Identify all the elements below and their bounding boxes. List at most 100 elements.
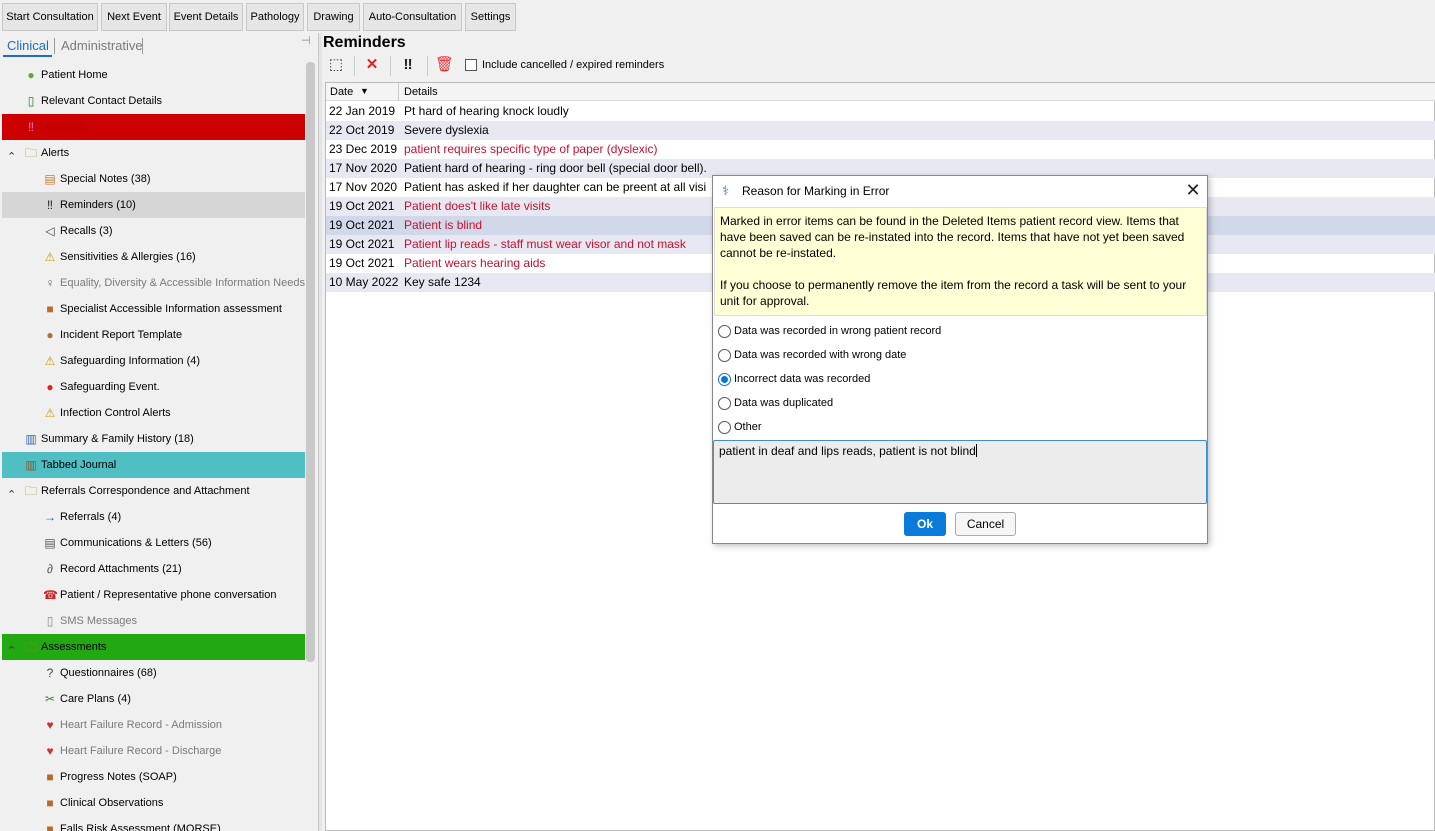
sidebar-item[interactable]: ▥ Summary & Family History (18) (2, 426, 305, 452)
row-date: 19 Oct 2021 (329, 237, 395, 251)
column-details[interactable]: Details (404, 86, 438, 98)
include-cancelled-checkbox[interactable] (465, 59, 477, 71)
sidebar-item[interactable]: ⚠ Infection Control Alerts (2, 400, 305, 426)
row-date: 19 Oct 2021 (329, 256, 395, 270)
row-details: Patient has asked if her daughter can be… (404, 180, 707, 194)
table-row[interactable]: 22 Oct 2019 Severe dyslexia (326, 121, 1435, 140)
close-icon[interactable]: ✕ (1183, 180, 1203, 200)
left-navigation-panel: Clinical Administrative ⊣ ● Patient Home ▯… (0, 33, 320, 831)
heart-icon: ♥ (46, 718, 54, 732)
sidebar-item[interactable]: ? Questionnaires (68) (2, 660, 305, 686)
sidebar-item[interactable]: ▥ Tabbed Journal (2, 452, 305, 478)
error-icon: ● (46, 380, 54, 394)
event-details-button[interactable]: Event Details (169, 3, 243, 31)
row-details: Pt hard of hearing knock loudly (404, 104, 569, 118)
sidebar-item[interactable]: ▯ SMS Messages (2, 608, 305, 634)
radio-button[interactable] (718, 373, 731, 386)
radio-button[interactable] (718, 421, 731, 434)
sidebar-item[interactable]: ♀ Equality, Diversity & Accessible Inform… (2, 270, 305, 296)
sidebar-item[interactable]: ▤ Special Notes (38) (2, 166, 305, 192)
sidebar-item-label: Assessments (41, 641, 107, 653)
radio-button[interactable] (718, 349, 731, 362)
sidebar-item-label: Safeguarding Information (4) (60, 355, 201, 367)
table-row[interactable]: 23 Dec 2019 patient requires specific typ… (326, 140, 1435, 159)
sidebar-item[interactable]: ♥ Heart Failure Record - Admission (2, 712, 305, 738)
sidebar-item-label: Heart Failure Record - Discharge (60, 745, 222, 757)
pin-icon[interactable]: ⊣ (301, 34, 311, 47)
sidebar-item[interactable]: ◁ Recalls (3) (2, 218, 305, 244)
toolbar-divider (354, 56, 355, 76)
row-date: 19 Oct 2021 (329, 218, 395, 232)
row-date: 17 Nov 2020 (329, 180, 398, 194)
cancel-button[interactable]: Cancel (955, 512, 1016, 536)
tree-scrollbar[interactable] (306, 62, 315, 662)
sidebar-item[interactable]: ⌃ 🗀 Alerts (2, 140, 305, 166)
panel-splitter[interactable] (318, 33, 322, 831)
journal-icon: ▥ (25, 458, 37, 472)
exclamation-icon[interactable]: ‼ (401, 56, 415, 74)
tab-clinical[interactable]: Clinical (7, 38, 49, 53)
app-icon: ⚕ (722, 183, 730, 198)
sidebar-item[interactable]: ■ Clinical Observations (2, 790, 305, 816)
sidebar-item-label: Summary & Family History (18) (41, 433, 194, 445)
sidebar-item[interactable]: ⚠ Sensitivities & Allergies (16) (2, 244, 305, 270)
sidebar-item[interactable]: ● Patient Home (2, 62, 305, 88)
reason-option-label: Data was recorded in wrong patient recor… (734, 325, 942, 337)
sidebar-item[interactable]: ⌃ 🗀 Assessments (2, 634, 305, 660)
question-icon: ? (46, 666, 54, 680)
sidebar-item-label: Communications & Letters (56) (60, 537, 212, 549)
table-row[interactable]: 22 Jan 2019 Pt hard of hearing knock loud… (326, 102, 1435, 121)
radio-button[interactable] (718, 325, 731, 338)
settings-button[interactable]: Settings (465, 3, 516, 31)
radio-button[interactable] (718, 397, 731, 410)
row-date: 17 Nov 2020 (329, 161, 398, 175)
sidebar-item[interactable]: ● Incident Report Template (2, 322, 305, 348)
sidebar-item[interactable]: ▤ Communications & Letters (56) (2, 530, 305, 556)
sidebar-item[interactable]: ‼ Warnings (2, 114, 305, 140)
row-date: 10 May 2022 (329, 275, 399, 289)
telephone-icon: ☎ (43, 588, 58, 602)
delete-x-icon[interactable]: ✕ (363, 56, 381, 74)
ok-button[interactable]: Ok (904, 512, 946, 536)
sidebar-item[interactable]: ☎ Patient / Representative phone conversa… (2, 582, 305, 608)
reason-text-input[interactable]: patient in deaf and lips reads, patient … (713, 440, 1207, 504)
sidebar-item[interactable]: ● Safeguarding Event. (2, 374, 305, 400)
sidebar-item[interactable]: ▯ Relevant Contact Details (2, 88, 305, 114)
mark-in-error-dialog: ⚕ Reason for Marking in Error ✕ Marked i… (712, 175, 1208, 544)
row-details: Patient does't like late visits (404, 199, 551, 213)
sidebar-item[interactable]: ♥ Heart Failure Record - Discharge (2, 738, 305, 764)
sidebar-item[interactable]: ‼ Reminders (10) (2, 192, 305, 218)
tab-divider (54, 38, 55, 54)
sidebar-item[interactable]: ⚠ Safeguarding Information (4) (2, 348, 305, 374)
sidebar-item-label: Falls Risk Assessment (MORSE) (60, 823, 221, 831)
heart-icon: ♥ (46, 744, 54, 758)
phone-icon: ▯ (27, 94, 35, 108)
sidebar-item[interactable]: ■ Progress Notes (SOAP) (2, 764, 305, 790)
next-event-button[interactable]: Next Event (101, 3, 167, 31)
sidebar-item[interactable]: → Referrals (4) (2, 504, 305, 530)
pathology-button[interactable]: Pathology (246, 3, 304, 31)
start-consultation-button[interactable]: Start Consultation (2, 3, 98, 31)
sidebar-item[interactable]: ✂ Care Plans (4) (2, 686, 305, 712)
auto-consultation-button[interactable]: Auto-Consultation (363, 3, 462, 31)
warning-icon: ⚠ (44, 406, 56, 420)
trash-icon[interactable]: 🗑 (435, 56, 454, 74)
drawing-button[interactable]: Drawing (307, 3, 360, 31)
column-date[interactable]: Date (330, 86, 353, 98)
warning-icon: ⚠ (44, 250, 56, 264)
toolbar-divider (427, 56, 428, 76)
sidebar-item[interactable]: ■ Specialist Accessible Information asses… (2, 296, 305, 322)
info-message: Marked in error items can be found in th… (714, 207, 1207, 316)
person-icon: ● (27, 68, 35, 82)
arrow-right-icon: → (44, 510, 56, 524)
tab-administrative[interactable]: Administrative (61, 38, 143, 53)
sidebar-item[interactable]: ⌃ 🗀 Referrals Correspondence and Attachmen… (2, 478, 305, 504)
sidebar-item-label: Infection Control Alerts (60, 407, 171, 419)
sort-down-icon[interactable]: ▼ (360, 86, 369, 96)
sidebar-item[interactable]: ■ Falls Risk Assessment (MORSE) (2, 816, 305, 831)
sidebar-item[interactable]: ∂ Record Attachments (21) (2, 556, 305, 582)
folder-icon: 🗀 (24, 484, 37, 498)
row-date: 19 Oct 2021 (329, 199, 395, 213)
include-cancelled-label: Include cancelled / expired reminders (482, 59, 665, 71)
select-icon[interactable]: ⬚ (328, 56, 344, 74)
